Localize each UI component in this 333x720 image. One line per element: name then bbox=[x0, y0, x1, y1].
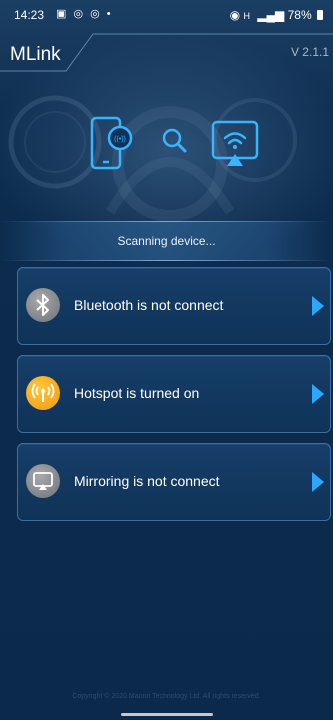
bluetooth-status-label: Bluetooth is not connect bbox=[74, 297, 224, 313]
network-type: H bbox=[243, 11, 251, 21]
chevron-right-icon[interactable] bbox=[312, 472, 324, 492]
app-title: MLink bbox=[10, 44, 61, 65]
status-right-group: ◉ H ▂▄▆ 78% bbox=[230, 8, 323, 22]
hotspot-card[interactable]: Hotspot is turned on bbox=[17, 355, 331, 433]
status-time: 14:23 bbox=[14, 8, 45, 22]
screen-mirroring-icon bbox=[211, 120, 259, 166]
search-icon bbox=[162, 128, 187, 153]
scanning-status: Scanning device... bbox=[0, 221, 333, 261]
mirroring-icon bbox=[26, 464, 60, 498]
copyright-text: Copyright © 2020 Maono Technology Ltd. A… bbox=[72, 693, 261, 700]
battery-icon bbox=[317, 10, 323, 20]
app-header: MLink V 2.1.1 bbox=[0, 30, 333, 72]
phone-icon: ((•)) bbox=[90, 116, 133, 170]
signal-icon: ▂▄▆ bbox=[257, 8, 285, 22]
mirroring-card[interactable]: Mirroring is not connect bbox=[17, 443, 331, 521]
hotspot-icon bbox=[26, 376, 60, 410]
hotspot-status-label: Hotspot is turned on bbox=[74, 385, 200, 401]
status-notification-icons: ▣ ◎ ◎ • bbox=[56, 8, 113, 20]
app-screen: 14:23 ▣ ◎ ◎ • ◉ H ▂▄▆ 78% MLink V 2.1.1 … bbox=[0, 0, 333, 720]
bluetooth-icon bbox=[26, 288, 60, 322]
chevron-right-icon[interactable] bbox=[312, 296, 324, 316]
chevron-right-icon[interactable] bbox=[312, 384, 324, 404]
bluetooth-card[interactable]: Bluetooth is not connect bbox=[17, 267, 331, 345]
hotspot-status-icon: ◉ bbox=[229, 8, 241, 22]
mirroring-status-label: Mirroring is not connect bbox=[74, 473, 220, 489]
status-bar: 14:23 ▣ ◎ ◎ • ◉ H ▂▄▆ 78% bbox=[0, 0, 333, 30]
home-indicator[interactable] bbox=[121, 713, 213, 716]
version-label: V 2.1.1 bbox=[290, 45, 329, 59]
connection-visual: ((•)) bbox=[0, 108, 333, 178]
svg-text:((•)): ((•)) bbox=[114, 136, 126, 143]
battery-level: 78% bbox=[287, 8, 312, 22]
